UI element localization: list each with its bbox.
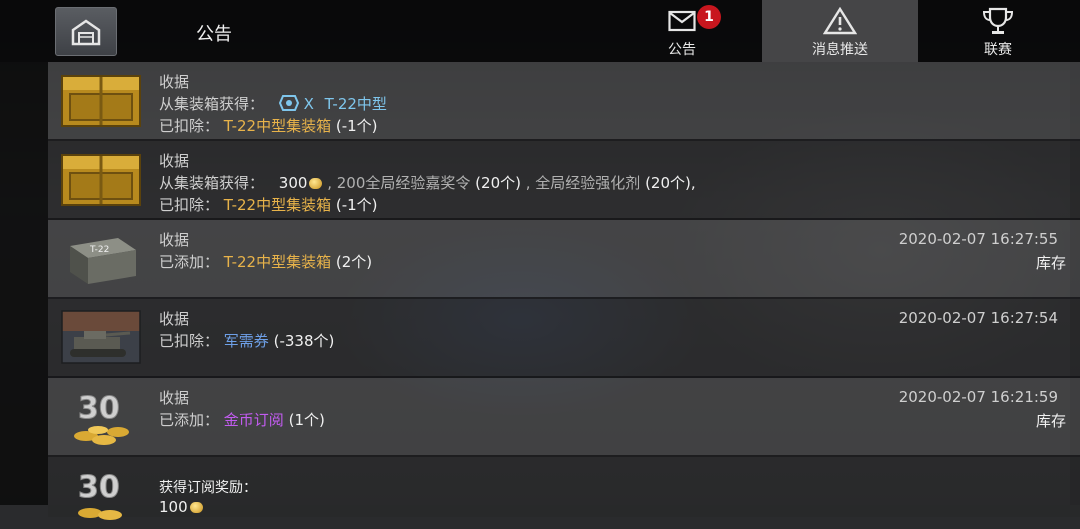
reward-text: , 200全局经验嘉奖令 <box>327 174 471 192</box>
svg-text:T-22: T-22 <box>89 245 109 255</box>
list-item[interactable]: 30 收据 已添加： 金币订阅 (1个) 2020-02-07 16:21:59… <box>48 378 1080 457</box>
notification-badge: 1 <box>697 5 721 29</box>
tab-label: 公告 <box>668 42 696 58</box>
label-deducted: 已扣除： <box>159 117 220 135</box>
reward-quantity: (20个), <box>645 174 696 192</box>
list-item[interactable]: 收据 从集装箱获得： 300 , 200全局经验嘉奖令 (20个) , 全局经验… <box>48 141 1080 220</box>
message-line-deducted: 已扣除： 军需券 (-338个) <box>159 330 334 351</box>
top-bar: 公告 公告 1 消息推送 联赛 <box>0 0 1080 62</box>
label-deducted: 已扣除： <box>159 196 220 214</box>
message-line-added: 已添加： T-22中型集装箱 (2个) <box>159 251 372 272</box>
gold-coin-icon <box>309 178 323 189</box>
left-margin <box>0 62 48 505</box>
page-title: 公告 <box>196 24 232 45</box>
list-item[interactable]: 收据 已扣除： 军需券 (-338个) 2020-02-07 16:27:54 <box>48 299 1080 378</box>
message-title: 收据 <box>159 389 190 407</box>
list-item[interactable]: T-22 收据 已添加： T-22中型集装箱 (2个) 2020-02-07 1… <box>48 220 1080 299</box>
message-line-reward: 100 <box>159 498 203 516</box>
message-title: 收据 <box>159 231 190 249</box>
label-obtained: 从集装箱获得： <box>159 174 265 192</box>
item-quantity: (-1个) <box>335 117 378 135</box>
item-name: T-22中型集装箱 <box>223 196 332 214</box>
message-title: 收据 <box>159 152 190 170</box>
item-quantity: (-1个) <box>335 196 378 214</box>
message-line-obtained: 从集装箱获得： 300 , 200全局经验嘉奖令 (20个) , 全局经验强化剂… <box>159 172 696 193</box>
tab-label: 联赛 <box>984 42 1012 58</box>
label-deducted: 已扣除： <box>159 332 220 350</box>
message-line-deducted: 已扣除： T-22中型集装箱 (-1个) <box>159 115 378 136</box>
trophy-icon <box>981 7 1015 35</box>
gold-crate-icon <box>60 70 142 130</box>
gold-amount: 100 <box>159 498 188 516</box>
item-name: T-22中型 <box>324 95 387 113</box>
reward-quantity: (20个) <box>475 174 521 192</box>
gold-subscription-icon: 30 <box>60 386 142 446</box>
timestamp: 2020-02-07 16:21:59 <box>898 388 1058 406</box>
gold-coin-icon <box>189 502 203 513</box>
mail-icon <box>668 7 696 35</box>
gold-amount: 300 <box>278 174 308 192</box>
message-line-deducted: 已扣除： T-22中型集装箱 (-1个) <box>159 194 378 215</box>
inventory-link[interactable]: 库存 <box>1036 252 1066 273</box>
timestamp: 2020-02-07 16:27:55 <box>898 230 1058 248</box>
gold-subscription-icon: 30 <box>60 465 142 525</box>
item-marker: X <box>303 95 314 113</box>
garage-icon <box>71 18 101 45</box>
tab-league[interactable]: 联赛 <box>920 0 1076 62</box>
tab-announcements[interactable]: 公告 <box>604 0 760 62</box>
item-name: 金币订阅 <box>223 411 284 429</box>
message-line-added: 已添加： 金币订阅 (1个) <box>159 409 325 430</box>
message-title: 获得订阅奖励： <box>159 480 257 496</box>
label-added: 已添加： <box>159 411 220 429</box>
item-quantity: (-338个) <box>273 332 335 350</box>
timestamp: 2020-02-07 16:27:54 <box>898 309 1058 327</box>
message-line-obtained: 从集装箱获得： X T-22中型 <box>159 93 387 115</box>
inventory-link[interactable]: 库存 <box>1036 410 1066 431</box>
reward-text: , 全局经验强化剂 <box>525 174 641 192</box>
gold-crate-icon <box>60 149 142 209</box>
svg-text:30: 30 <box>78 391 120 426</box>
message-list: 收据 从集装箱获得： X T-22中型 已扣除： T-22中型集装箱 (-1个) <box>48 62 1080 520</box>
item-quantity: (2个) <box>335 253 373 271</box>
list-item[interactable]: 收据 从集装箱获得： X T-22中型 已扣除： T-22中型集装箱 (-1个) <box>48 62 1080 141</box>
item-name: T-22中型集装箱 <box>223 117 332 135</box>
tab-label: 消息推送 <box>812 42 868 58</box>
tank-ticket-icon <box>60 307 142 367</box>
message-title: 收据 <box>159 73 190 91</box>
garage-home-button[interactable] <box>55 7 117 56</box>
item-name: 军需券 <box>223 332 269 350</box>
item-quantity: (1个) <box>288 411 325 429</box>
warning-icon <box>823 7 857 35</box>
tab-push-messages[interactable]: 消息推送 <box>762 0 918 62</box>
label-obtained: 从集装箱获得： <box>159 95 265 113</box>
item-name: T-22中型集装箱 <box>223 253 332 271</box>
list-item[interactable]: 30 获得订阅奖励： 100 <box>48 457 1080 520</box>
message-title: 收据 <box>159 310 190 328</box>
t22-crate-icon: T-22 <box>60 228 142 288</box>
label-added: 已添加： <box>159 253 220 271</box>
svg-text:30: 30 <box>78 470 120 505</box>
module-icon <box>278 94 299 115</box>
